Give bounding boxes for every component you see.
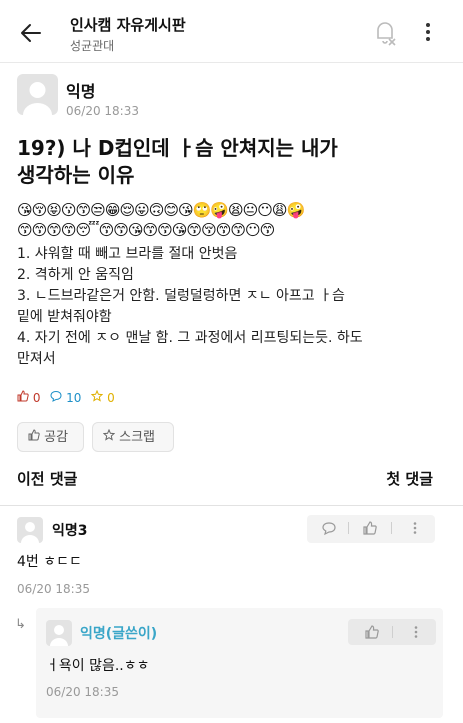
header-divider [0,62,463,63]
avatar [17,517,43,543]
school-name: 성균관대 [70,39,115,53]
comment-count-value: 10 [66,391,82,405]
scrap-count: 0 [91,389,115,405]
avatar-icon [50,625,68,646]
app-header: 인사캠 자유게시판 성균관대 [0,0,463,62]
first-comment-link[interactable]: 첫 댓글 [386,468,433,489]
thumbs-up-icon [17,390,29,402]
reply-text: ㅓ욕이 많음..ㅎㅎ [46,658,150,674]
comment-text: 4번 ㅎㄷㄷ [17,554,82,570]
post-author: 익명 [66,82,96,101]
more-options-icon[interactable] [408,624,424,640]
notification-off-icon[interactable] [372,18,398,46]
body-line: 3. ㄴ드브라같은거 안함. 덜렁덜렁하면 ㅈㄴ 아프고 ㅏ슴 [17,288,345,304]
comment-icon [50,390,62,402]
avatar [17,74,58,115]
body-line: 2. 격하게 안 움직임 [17,267,134,283]
scrap-count-value: 0 [107,391,115,405]
like-button[interactable]: 공감 [17,422,84,452]
like-count: 0 [17,390,40,405]
comment-actions [307,515,435,543]
reply-icon[interactable] [321,520,337,536]
post-title-line: 19?) 나 D컵인데 ㅏ슴 안쳐지는 내가 [17,136,338,160]
more-options-icon[interactable] [420,18,436,46]
comments-divider [0,505,463,506]
post-date: 06/20 18:33 [66,104,139,118]
emoji-line: 😘😚😝😗😙😒😁😌😛🙃😊😘🙄🤪😫😐😶😩🤪 [17,201,305,219]
avatar-icon [21,522,39,543]
comment-date: 06/20 18:35 [17,582,90,596]
comment-count: 10 [50,390,81,405]
like-count-value: 0 [32,391,41,405]
more-options-icon[interactable] [407,520,423,536]
avatar-icon [23,82,52,115]
star-icon [91,389,104,402]
post-body: 1. 샤워할 때 빼고 브라를 절대 안벗음 2. 격하게 안 움직임 3. ㄴ… [17,244,447,370]
action-divider [392,626,393,638]
emoji-line: 😙😙😙😙😴😙😙😘😙😙😘😙😚😙😙😶😙 [17,221,275,239]
emoji-row: 😘😚😝😗😙😒😁😌😛🙃😊😘🙄🤪😫😐😶😩🤪 😙😙😙😙😴😙😙😘😙😙😘😙😚😙😙😶😙 [17,200,447,240]
reply-author: 익명(글쓴이) [80,626,158,642]
body-line: 밑에 받쳐줘야함 [17,309,112,325]
reply-actions [348,619,436,645]
post-stats: 0 10 0 [17,389,121,408]
thumbs-up-icon [28,429,40,441]
scrap-button-label: 스크랩 [119,430,156,445]
body-line: 만져서 [17,351,56,367]
star-icon [102,428,116,441]
avatar [46,620,72,646]
back-arrow-icon[interactable] [18,20,44,46]
thumbs-up-icon[interactable] [362,520,378,536]
board-title: 인사캠 자유게시판 [70,16,186,34]
action-divider [391,522,392,534]
scrap-button[interactable]: 스크랩 [92,422,174,452]
post-title: 19?) 나 D컵인데 ㅏ슴 안쳐지는 내가 생각하는 이유 [17,135,447,189]
thumbs-up-icon[interactable] [364,624,380,640]
body-line: 4. 자기 전에 ㅈㅇ 맨날 함. 그 과정에서 리프팅되는듯. 하도 [17,330,363,346]
post-title-line: 생각하는 이유 [17,163,135,187]
action-divider [348,522,349,534]
reply-date: 06/20 18:35 [46,685,119,699]
reply-arrow-icon: ↳ [15,617,26,632]
prev-comments-link[interactable]: 이전 댓글 [17,468,77,489]
body-line: 1. 샤워할 때 빼고 브라를 절대 안벗음 [17,246,238,262]
comment-author: 익명3 [52,523,88,539]
like-button-label: 공감 [44,430,69,445]
